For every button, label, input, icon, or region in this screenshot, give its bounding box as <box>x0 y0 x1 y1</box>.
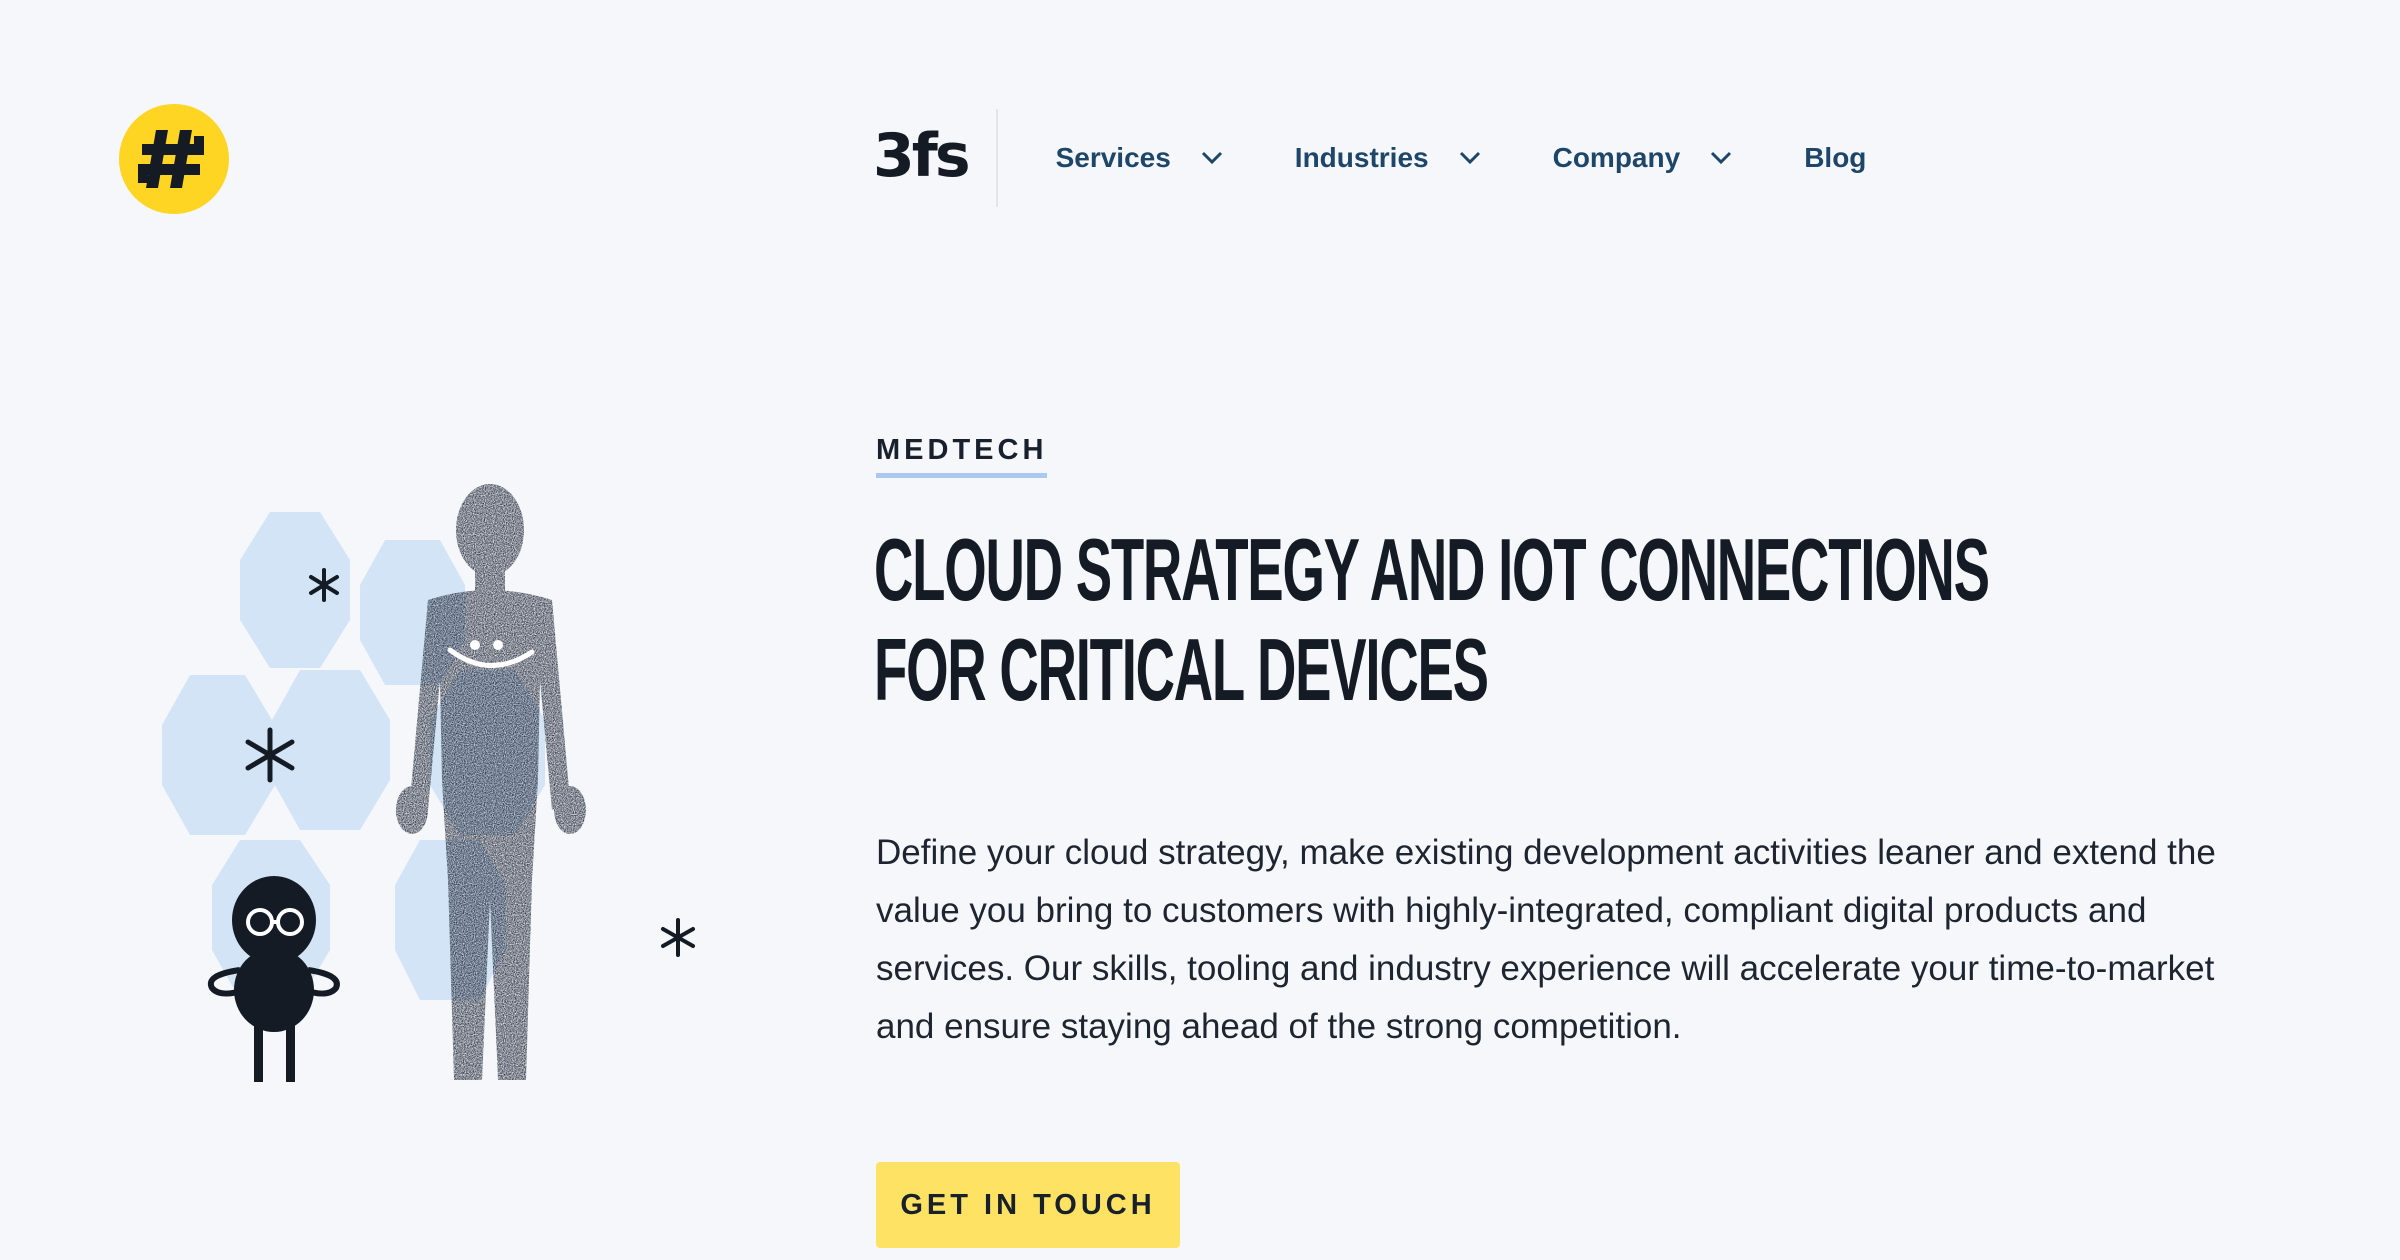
nav-label: Blog <box>1804 142 1867 173</box>
headline-line: CLOUD STRATEGY AND IOT CONNECTIONS <box>874 520 1990 619</box>
site-header: 3fs Services Industries Company Blog <box>873 108 1866 208</box>
main-nav: Services Industries Company Blog <box>1056 142 1867 174</box>
nav-item-industries[interactable]: Industries <box>1295 142 1481 174</box>
brand-logo[interactable]: 3fs <box>873 126 971 190</box>
hero-illustration <box>162 484 695 1082</box>
chevron-down-icon <box>1459 151 1480 165</box>
chevron-down-icon <box>1201 151 1222 165</box>
nav-label: Services <box>1055 142 1171 173</box>
nav-item-company[interactable]: Company <box>1553 142 1733 174</box>
eyebrow-label: MEDTECH <box>876 434 1048 478</box>
hero-description: Define your cloud strategy, make existin… <box>876 833 2216 1046</box>
nav-label: Company <box>1552 142 1681 173</box>
chevron-down-icon <box>1711 151 1732 165</box>
brand-badge[interactable] <box>119 104 229 214</box>
get-in-touch-button[interactable]: GET IN TOUCH <box>876 1162 1180 1248</box>
header-divider <box>995 109 998 207</box>
nav-item-services[interactable]: Services <box>1056 142 1223 174</box>
hashtag-icon <box>138 130 204 188</box>
nav-label: Industries <box>1294 142 1429 173</box>
asterisk-icon <box>661 918 695 957</box>
headline-line: FOR CRITICAL DEVICES <box>874 620 1489 719</box>
page-title: CLOUD STRATEGY AND IOT CONNECTIONS FOR C… <box>874 520 1990 720</box>
nav-item-blog[interactable]: Blog <box>1804 142 1866 174</box>
